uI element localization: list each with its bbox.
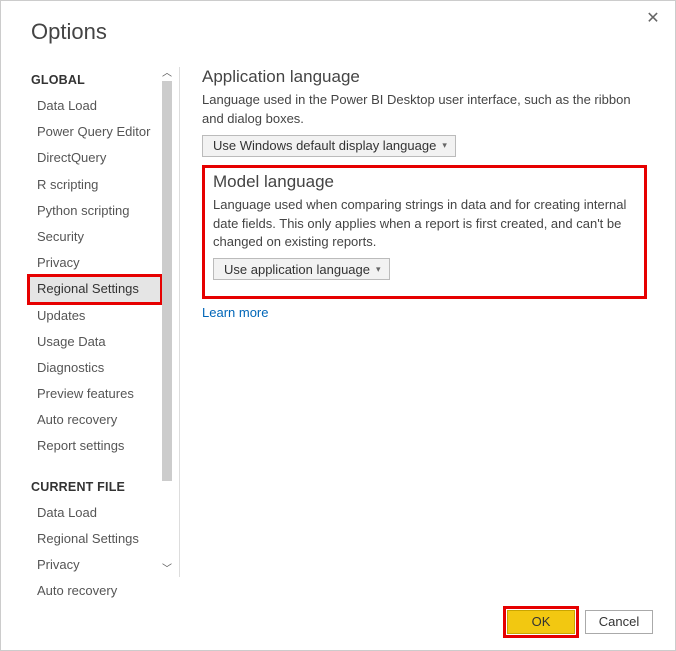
sidebar-item-report-settings[interactable]: Report settings	[29, 433, 161, 459]
cancel-button[interactable]: Cancel	[585, 610, 653, 634]
dialog-body: GLOBAL Data Load Power Query Editor Dire…	[1, 57, 675, 587]
sidebar-item-privacy[interactable]: Privacy	[29, 250, 161, 276]
app-language-heading: Application language	[202, 67, 647, 87]
sidebar-item-preview-features[interactable]: Preview features	[29, 381, 161, 407]
dialog-title: Options	[1, 1, 675, 57]
sidebar-item-directquery[interactable]: DirectQuery	[29, 145, 161, 171]
app-language-desc: Language used in the Power BI Desktop us…	[202, 91, 647, 129]
sidebar-scrollbar[interactable]: ︿ ﹀	[161, 67, 173, 577]
sidebar-item-cf-data-load[interactable]: Data Load	[29, 500, 161, 526]
sidebar-item-python-scripting[interactable]: Python scripting	[29, 198, 161, 224]
sidebar-item-updates[interactable]: Updates	[29, 303, 161, 329]
section-header-global: GLOBAL	[29, 67, 161, 93]
sidebar-item-data-load[interactable]: Data Load	[29, 93, 161, 119]
app-language-dropdown[interactable]: Use Windows default display language ▾	[202, 135, 456, 157]
chevron-up-icon[interactable]: ︿	[161, 67, 173, 81]
sidebar-item-cf-privacy[interactable]: Privacy	[29, 552, 161, 578]
model-language-dropdown[interactable]: Use application language ▾	[213, 258, 390, 280]
model-language-dropdown-value: Use application language	[224, 262, 370, 277]
sidebar-item-cf-auto-recovery[interactable]: Auto recovery	[29, 578, 161, 604]
sidebar-item-diagnostics[interactable]: Diagnostics	[29, 355, 161, 381]
sidebar-item-security[interactable]: Security	[29, 224, 161, 250]
dialog-footer: OK Cancel	[507, 610, 653, 634]
model-language-heading: Model language	[213, 172, 636, 192]
model-language-desc: Language used when comparing strings in …	[213, 196, 636, 253]
application-language-section: Application language Language used in th…	[202, 67, 647, 165]
model-language-section: Model language Language used when compar…	[202, 165, 647, 300]
options-dialog: ✕ Options GLOBAL Data Load Power Query E…	[0, 0, 676, 651]
chevron-down-icon: ▾	[442, 140, 447, 151]
sidebar-item-auto-recovery[interactable]: Auto recovery	[29, 407, 161, 433]
scrollbar-thumb[interactable]	[162, 81, 172, 481]
ok-button[interactable]: OK	[507, 610, 575, 634]
sidebar: GLOBAL Data Load Power Query Editor Dire…	[1, 57, 161, 587]
content-pane: Application language Language used in th…	[180, 57, 675, 587]
chevron-down-icon: ▾	[376, 264, 381, 275]
app-language-dropdown-value: Use Windows default display language	[213, 138, 436, 153]
learn-more-link[interactable]: Learn more	[202, 305, 647, 320]
sidebar-item-cf-regional-settings[interactable]: Regional Settings	[29, 526, 161, 552]
sidebar-item-r-scripting[interactable]: R scripting	[29, 172, 161, 198]
close-icon[interactable]: ✕	[643, 9, 663, 29]
sidebar-item-power-query-editor[interactable]: Power Query Editor	[29, 119, 161, 145]
sidebar-item-regional-settings[interactable]: Regional Settings	[29, 276, 161, 302]
section-header-current-file: CURRENT FILE	[29, 474, 161, 500]
sidebar-item-usage-data[interactable]: Usage Data	[29, 329, 161, 355]
chevron-down-icon[interactable]: ﹀	[161, 563, 173, 577]
